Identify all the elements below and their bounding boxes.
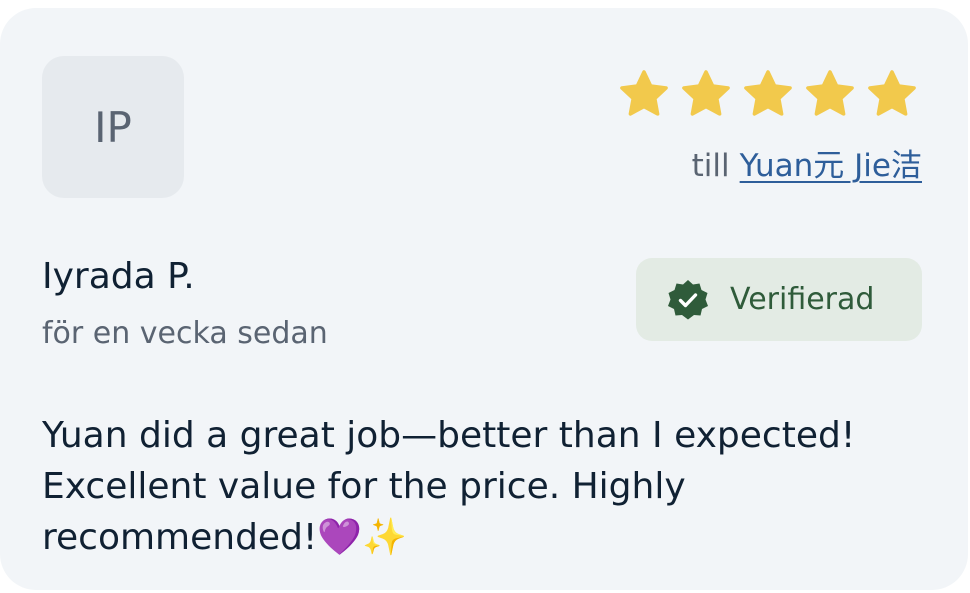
reviewer-name: Iyrada P. xyxy=(42,256,195,297)
verified-label: Verifierad xyxy=(730,282,875,317)
recipient-link[interactable]: Yuan元 Jie洁 xyxy=(740,148,922,184)
star-icon xyxy=(620,70,668,116)
review-card: IP till Yuan元 Jie洁 Iyrada P. för en vecka… xyxy=(0,8,968,590)
star-icon xyxy=(682,70,730,116)
review-recipient: till Yuan元 Jie洁 xyxy=(692,140,922,185)
check-badge-icon xyxy=(668,279,708,319)
review-text: Yuan did a great job—better than I expec… xyxy=(42,415,856,558)
verified-badge: Verifierad xyxy=(636,258,922,341)
star-icon xyxy=(744,70,792,116)
star-icon xyxy=(868,70,916,116)
avatar: IP xyxy=(42,56,184,198)
review-timestamp: för en vecka sedan xyxy=(42,316,328,351)
star-rating xyxy=(618,68,918,120)
star-icon xyxy=(806,70,854,116)
recipient-prefix: till xyxy=(691,148,730,184)
